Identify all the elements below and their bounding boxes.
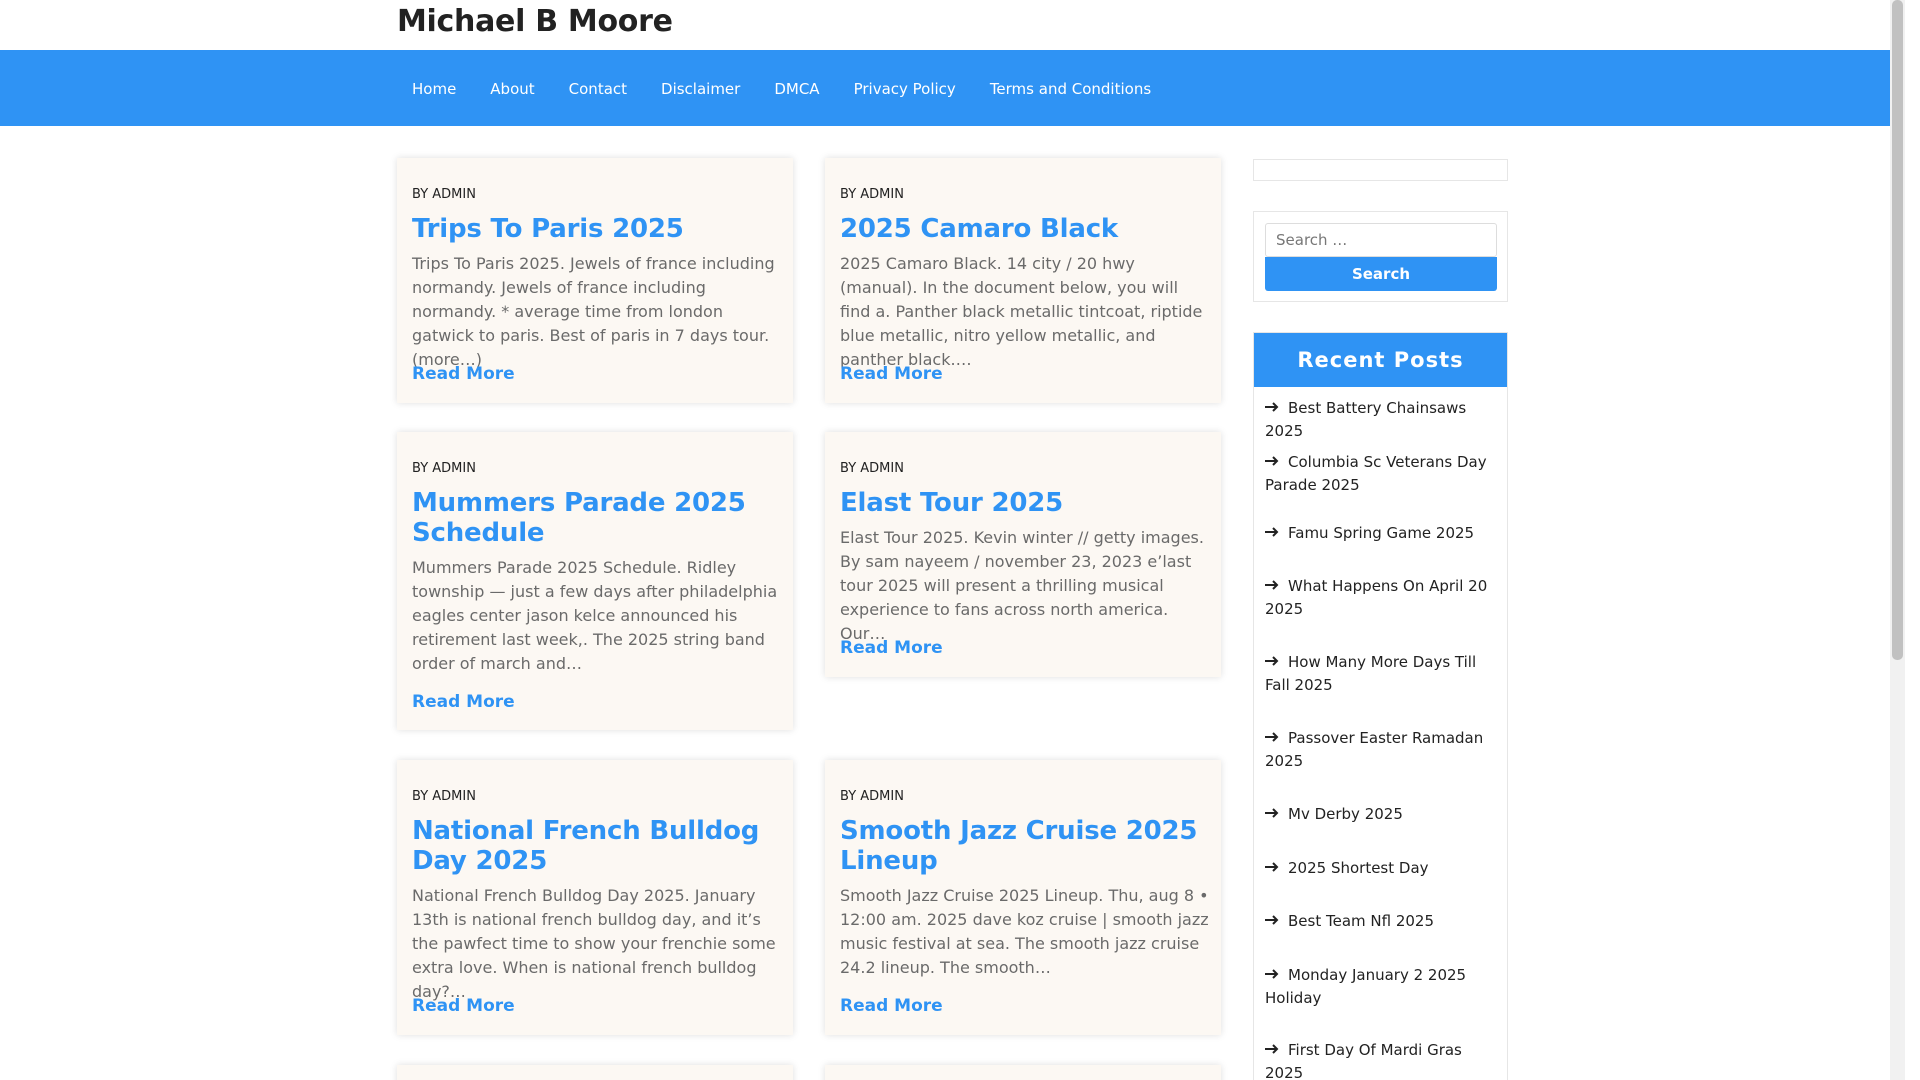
recent-post-title[interactable]: How Many More Days Till Fall 2025 — [1265, 653, 1476, 694]
post-excerpt: Mummers Parade 2025 Schedule. Ridley tow… — [412, 558, 778, 673]
search-button[interactable]: Search — [1265, 257, 1497, 291]
recent-post-item[interactable]: Columbia Sc Veterans Day Parade 2025 — [1265, 451, 1503, 497]
recent-post-item[interactable]: First Day Of Mardi Gras 2025 — [1265, 1039, 1503, 1080]
post-title[interactable]: 2025 Camaro Black — [840, 214, 1206, 244]
scrollbar[interactable] — [1890, 0, 1905, 1080]
nav-item-home[interactable]: Home — [412, 80, 456, 98]
site-title[interactable]: Michael B Moore — [397, 4, 673, 39]
nav-item-terms-and-conditions[interactable]: Terms and Conditions — [990, 80, 1151, 98]
recent-post-item[interactable]: Famu Spring Game 2025 — [1265, 522, 1503, 545]
post-excerpt: Trips To Paris 2025. Jewels of france in… — [412, 254, 775, 369]
recent-post-item[interactable]: What Happens On April 20 2025 — [1265, 575, 1503, 621]
recent-post-title[interactable]: Famu Spring Game 2025 — [1288, 524, 1474, 542]
post-title[interactable]: Mummers Parade 2025 Schedule — [412, 488, 778, 548]
search-widget: Search — [1253, 211, 1508, 302]
post-card: BY ADMIN Elast Tour 2025 Elast Tour 2025… — [825, 432, 1221, 677]
recent-post-item[interactable]: Monday January 2 2025 Holiday — [1265, 964, 1503, 1010]
post-author: BY ADMIN — [840, 187, 904, 202]
site-header: Michael B Moore — [0, 0, 1905, 50]
post-author: BY ADMIN — [840, 789, 904, 804]
recent-post-title[interactable]: First Day Of Mardi Gras 2025 — [1265, 1041, 1462, 1080]
arrow-right-icon — [1265, 656, 1279, 666]
post-title[interactable]: Elast Tour 2025 — [840, 488, 1206, 518]
read-more-link[interactable]: Read More — [840, 996, 943, 1016]
recent-post-title[interactable]: Best Team Nfl 2025 — [1288, 912, 1434, 930]
post-excerpt: 2025 Camaro Black. 14 city / 20 hwy (man… — [840, 254, 1203, 369]
recent-post-item[interactable]: Passover Easter Ramadan 2025 — [1265, 727, 1503, 773]
recent-post-title[interactable]: Monday January 2 2025 Holiday — [1265, 966, 1466, 1007]
arrow-right-icon — [1265, 969, 1279, 979]
sidebar-empty-widget — [1253, 159, 1508, 181]
post-excerpt: Smooth Jazz Cruise 2025 Lineup. Thu, aug… — [840, 886, 1209, 977]
nav-item-dmca[interactable]: DMCA — [774, 80, 819, 98]
nav-item-contact[interactable]: Contact — [569, 80, 627, 98]
post-card: BY ADMIN Trips To Paris 2025 Trips To Pa… — [397, 158, 793, 403]
main-navigation: Home About Contact Disclaimer DMCA Priva… — [0, 50, 1905, 126]
post-title[interactable]: Trips To Paris 2025 — [412, 214, 778, 244]
arrow-right-icon — [1265, 915, 1279, 925]
post-author: BY ADMIN — [412, 461, 476, 476]
arrow-right-icon — [1265, 527, 1279, 537]
recent-post-title[interactable]: Columbia Sc Veterans Day Parade 2025 — [1265, 453, 1487, 494]
recent-post-title[interactable]: Best Battery Chainsaws 2025 — [1265, 399, 1466, 440]
post-excerpt: National French Bulldog Day 2025. Januar… — [412, 886, 776, 1001]
recent-post-title[interactable]: 2025 Shortest Day — [1288, 859, 1429, 877]
arrow-right-icon — [1265, 1044, 1279, 1054]
arrow-right-icon — [1265, 402, 1279, 412]
read-more-link[interactable]: Read More — [412, 364, 515, 384]
arrow-right-icon — [1265, 862, 1279, 872]
arrow-right-icon — [1265, 808, 1279, 818]
search-input[interactable] — [1265, 223, 1497, 257]
post-author: BY ADMIN — [840, 461, 904, 476]
recent-post-item[interactable]: Best Team Nfl 2025 — [1265, 910, 1503, 933]
post-card: BY ADMIN Smooth Jazz Cruise 2025 Lineup … — [825, 760, 1221, 1035]
post-author: BY ADMIN — [412, 789, 476, 804]
read-more-link[interactable]: Read More — [412, 996, 515, 1016]
recent-post-item[interactable]: How Many More Days Till Fall 2025 — [1265, 651, 1503, 697]
nav-item-disclaimer[interactable]: Disclaimer — [661, 80, 740, 98]
post-card: BY ADMIN Mummers Parade 2025 Schedule Mu… — [397, 432, 793, 730]
scrollbar-thumb[interactable] — [1892, 0, 1903, 660]
arrow-right-icon — [1265, 580, 1279, 590]
arrow-right-icon — [1265, 456, 1279, 466]
read-more-link[interactable]: Read More — [840, 364, 943, 384]
post-title[interactable]: Smooth Jazz Cruise 2025 Lineup — [840, 816, 1206, 876]
recent-post-title[interactable]: Passover Easter Ramadan 2025 — [1265, 729, 1483, 770]
page: Michael B Moore Home About Contact Discl… — [0, 0, 1905, 1080]
recent-post-title[interactable]: Mv Derby 2025 — [1288, 805, 1403, 823]
nav-item-about[interactable]: About — [490, 80, 534, 98]
recent-post-item[interactable]: Best Battery Chainsaws 2025 — [1265, 397, 1503, 443]
post-card: BY ADMIN National French Bulldog Day 202… — [397, 760, 793, 1035]
post-author: BY ADMIN — [412, 187, 476, 202]
post-card-partial — [825, 1065, 1221, 1080]
post-card-partial — [397, 1065, 793, 1080]
nav-item-privacy-policy[interactable]: Privacy Policy — [854, 80, 956, 98]
post-excerpt: Elast Tour 2025. Kevin winter // getty i… — [840, 528, 1204, 643]
recent-posts-heading: Recent Posts — [1254, 333, 1507, 387]
recent-post-item[interactable]: Mv Derby 2025 — [1265, 803, 1503, 826]
recent-post-item[interactable]: 2025 Shortest Day — [1265, 857, 1503, 880]
post-card: BY ADMIN 2025 Camaro Black 2025 Camaro B… — [825, 158, 1221, 403]
recent-posts-widget: Recent Posts Best Battery Chainsaws 2025… — [1253, 332, 1508, 1080]
recent-post-title[interactable]: What Happens On April 20 2025 — [1265, 577, 1487, 618]
post-title[interactable]: National French Bulldog Day 2025 — [412, 816, 778, 876]
read-more-link[interactable]: Read More — [840, 638, 943, 658]
arrow-right-icon — [1265, 732, 1279, 742]
read-more-link[interactable]: Read More — [412, 692, 515, 712]
